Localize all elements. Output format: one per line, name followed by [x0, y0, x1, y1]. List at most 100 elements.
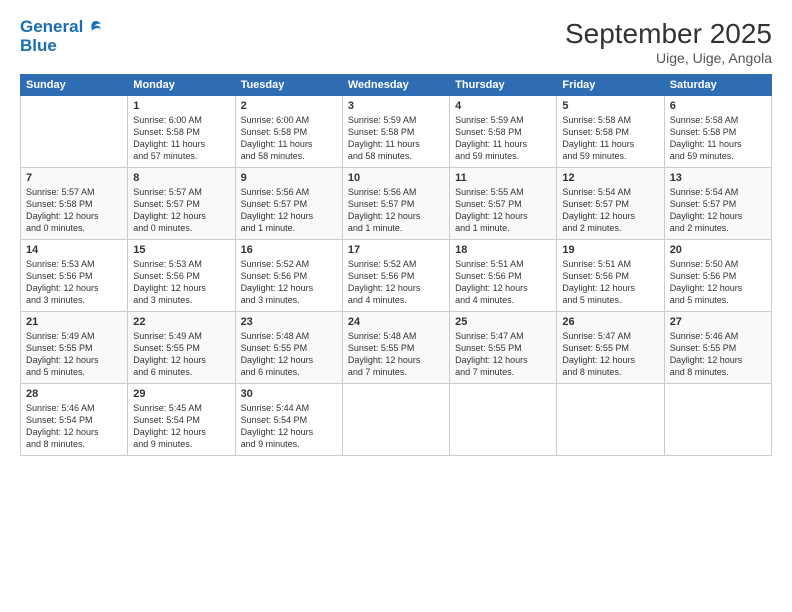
calendar-week-row: 14 Sunrise: 5:53 AMSunset: 5:56 PMDayligh…: [21, 240, 772, 312]
col-header-sunday: Sunday: [21, 75, 128, 96]
calendar-body: 1 Sunrise: 6:00 AMSunset: 5:58 PMDaylight…: [21, 96, 772, 456]
day-number: 21: [26, 316, 122, 328]
calendar-cell: 5 Sunrise: 5:58 AMSunset: 5:58 PMDaylight…: [557, 96, 664, 168]
header: General Blue September 2025 Uige, Uige, …: [20, 18, 772, 66]
day-number: 18: [455, 244, 551, 256]
calendar-header-row: SundayMondayTuesdayWednesdayThursdayFrid…: [21, 75, 772, 96]
day-info: Sunrise: 5:59 AMSunset: 5:58 PMDaylight:…: [455, 114, 551, 163]
calendar-cell: 15 Sunrise: 5:53 AMSunset: 5:56 PMDayligh…: [128, 240, 235, 312]
calendar-cell: 29 Sunrise: 5:45 AMSunset: 5:54 PMDayligh…: [128, 384, 235, 456]
col-header-tuesday: Tuesday: [235, 75, 342, 96]
col-header-thursday: Thursday: [450, 75, 557, 96]
col-header-saturday: Saturday: [664, 75, 771, 96]
day-info: Sunrise: 5:53 AMSunset: 5:56 PMDaylight:…: [133, 258, 229, 307]
calendar-cell: 4Sunrise: 5:59 AMSunset: 5:58 PMDaylight…: [450, 96, 557, 168]
calendar-cell: 3 Sunrise: 5:59 AMSunset: 5:58 PMDaylight…: [342, 96, 449, 168]
day-info: Sunrise: 5:56 AMSunset: 5:57 PMDaylight:…: [241, 186, 337, 235]
day-number: 20: [670, 244, 766, 256]
day-number: 3: [348, 100, 444, 112]
day-info: Sunrise: 5:55 AMSunset: 5:57 PMDaylight:…: [455, 186, 551, 235]
day-info: Sunrise: 5:57 AMSunset: 5:58 PMDaylight:…: [26, 186, 122, 235]
calendar-cell: 23 Sunrise: 5:48 AMSunset: 5:55 PMDayligh…: [235, 312, 342, 384]
day-number: 14: [26, 244, 122, 256]
day-number: 19: [562, 244, 658, 256]
calendar-cell: 25Sunrise: 5:47 AMSunset: 5:55 PMDayligh…: [450, 312, 557, 384]
day-info: Sunrise: 5:52 AMSunset: 5:56 PMDaylight:…: [241, 258, 337, 307]
day-number: 5: [562, 100, 658, 112]
day-info: Sunrise: 5:57 AMSunset: 5:57 PMDaylight:…: [133, 186, 229, 235]
logo-bird-icon: [84, 20, 102, 36]
day-number: 15: [133, 244, 229, 256]
calendar-cell: 9 Sunrise: 5:56 AMSunset: 5:57 PMDaylight…: [235, 168, 342, 240]
day-info: Sunrise: 6:00 AMSunset: 5:58 PMDaylight:…: [241, 114, 337, 163]
calendar-cell: 17 Sunrise: 5:52 AMSunset: 5:56 PMDayligh…: [342, 240, 449, 312]
day-info: Sunrise: 5:51 AMSunset: 5:56 PMDaylight:…: [455, 258, 551, 307]
day-info: Sunrise: 5:51 AMSunset: 5:56 PMDaylight:…: [562, 258, 658, 307]
day-info: Sunrise: 5:54 AMSunset: 5:57 PMDaylight:…: [562, 186, 658, 235]
calendar-week-row: 1 Sunrise: 6:00 AMSunset: 5:58 PMDaylight…: [21, 96, 772, 168]
calendar-cell: 11 Sunrise: 5:55 AMSunset: 5:57 PMDayligh…: [450, 168, 557, 240]
calendar-cell: [21, 96, 128, 168]
calendar-cell: 18 Sunrise: 5:51 AMSunset: 5:56 PMDayligh…: [450, 240, 557, 312]
day-number: 9: [241, 172, 337, 184]
day-number: 1: [133, 100, 229, 112]
day-info: Sunrise: 5:50 AMSunset: 5:56 PMDaylight:…: [670, 258, 766, 307]
calendar-week-row: 28Sunrise: 5:46 AMSunset: 5:54 PMDayligh…: [21, 384, 772, 456]
calendar-cell: 2 Sunrise: 6:00 AMSunset: 5:58 PMDaylight…: [235, 96, 342, 168]
title-block: September 2025 Uige, Uige, Angola: [565, 18, 772, 66]
day-number: 10: [348, 172, 444, 184]
logo-blue: Blue: [20, 37, 102, 56]
day-info: Sunrise: 5:46 AMSunset: 5:55 PMDaylight:…: [670, 330, 766, 379]
day-info: Sunrise: 5:59 AMSunset: 5:58 PMDaylight:…: [348, 114, 444, 163]
day-number: 24: [348, 316, 444, 328]
day-info: Sunrise: 5:48 AMSunset: 5:55 PMDaylight:…: [348, 330, 444, 379]
day-info: Sunrise: 5:47 AMSunset: 5:55 PMDaylight:…: [562, 330, 658, 379]
day-number: 2: [241, 100, 337, 112]
day-info: Sunrise: 5:58 AMSunset: 5:58 PMDaylight:…: [670, 114, 766, 163]
day-number: 11: [455, 172, 551, 184]
day-info: Sunrise: 5:48 AMSunset: 5:55 PMDaylight:…: [241, 330, 337, 379]
day-number: 17: [348, 244, 444, 256]
calendar-week-row: 7Sunrise: 5:57 AMSunset: 5:58 PMDaylight…: [21, 168, 772, 240]
day-number: 12: [562, 172, 658, 184]
calendar-cell: 10 Sunrise: 5:56 AMSunset: 5:57 PMDayligh…: [342, 168, 449, 240]
location-subtitle: Uige, Uige, Angola: [565, 50, 772, 66]
calendar-cell: [557, 384, 664, 456]
calendar-page: General Blue September 2025 Uige, Uige, …: [0, 0, 792, 612]
day-info: Sunrise: 5:56 AMSunset: 5:57 PMDaylight:…: [348, 186, 444, 235]
col-header-monday: Monday: [128, 75, 235, 96]
calendar-cell: 27Sunrise: 5:46 AMSunset: 5:55 PMDayligh…: [664, 312, 771, 384]
calendar-cell: 19 Sunrise: 5:51 AMSunset: 5:56 PMDayligh…: [557, 240, 664, 312]
calendar-cell: 21 Sunrise: 5:49 AMSunset: 5:55 PMDayligh…: [21, 312, 128, 384]
calendar-cell: 26 Sunrise: 5:47 AMSunset: 5:55 PMDayligh…: [557, 312, 664, 384]
day-number: 30: [241, 388, 337, 400]
month-title: September 2025: [565, 18, 772, 50]
day-number: 28: [26, 388, 122, 400]
calendar-cell: 22Sunrise: 5:49 AMSunset: 5:55 PMDayligh…: [128, 312, 235, 384]
day-info: Sunrise: 5:45 AMSunset: 5:54 PMDaylight:…: [133, 402, 229, 451]
day-info: Sunrise: 5:52 AMSunset: 5:56 PMDaylight:…: [348, 258, 444, 307]
calendar-cell: 6Sunrise: 5:58 AMSunset: 5:58 PMDaylight…: [664, 96, 771, 168]
calendar-week-row: 21 Sunrise: 5:49 AMSunset: 5:55 PMDayligh…: [21, 312, 772, 384]
calendar-cell: 28Sunrise: 5:46 AMSunset: 5:54 PMDayligh…: [21, 384, 128, 456]
day-number: 16: [241, 244, 337, 256]
day-number: 13: [670, 172, 766, 184]
day-number: 26: [562, 316, 658, 328]
day-number: 23: [241, 316, 337, 328]
calendar-cell: [450, 384, 557, 456]
day-number: 8: [133, 172, 229, 184]
day-info: Sunrise: 5:44 AMSunset: 5:54 PMDaylight:…: [241, 402, 337, 451]
day-number: 29: [133, 388, 229, 400]
calendar-cell: 13Sunrise: 5:54 AMSunset: 5:57 PMDayligh…: [664, 168, 771, 240]
calendar-cell: [664, 384, 771, 456]
day-info: Sunrise: 5:53 AMSunset: 5:56 PMDaylight:…: [26, 258, 122, 307]
day-number: 22: [133, 316, 229, 328]
calendar-cell: [342, 384, 449, 456]
logo: General Blue: [20, 18, 102, 55]
calendar-cell: 14 Sunrise: 5:53 AMSunset: 5:56 PMDayligh…: [21, 240, 128, 312]
calendar-cell: 30 Sunrise: 5:44 AMSunset: 5:54 PMDayligh…: [235, 384, 342, 456]
calendar-cell: 8 Sunrise: 5:57 AMSunset: 5:57 PMDaylight…: [128, 168, 235, 240]
day-info: Sunrise: 5:49 AMSunset: 5:55 PMDaylight:…: [26, 330, 122, 379]
day-info: Sunrise: 5:58 AMSunset: 5:58 PMDaylight:…: [562, 114, 658, 163]
calendar-cell: 1Sunrise: 6:00 AMSunset: 5:58 PMDaylight…: [128, 96, 235, 168]
